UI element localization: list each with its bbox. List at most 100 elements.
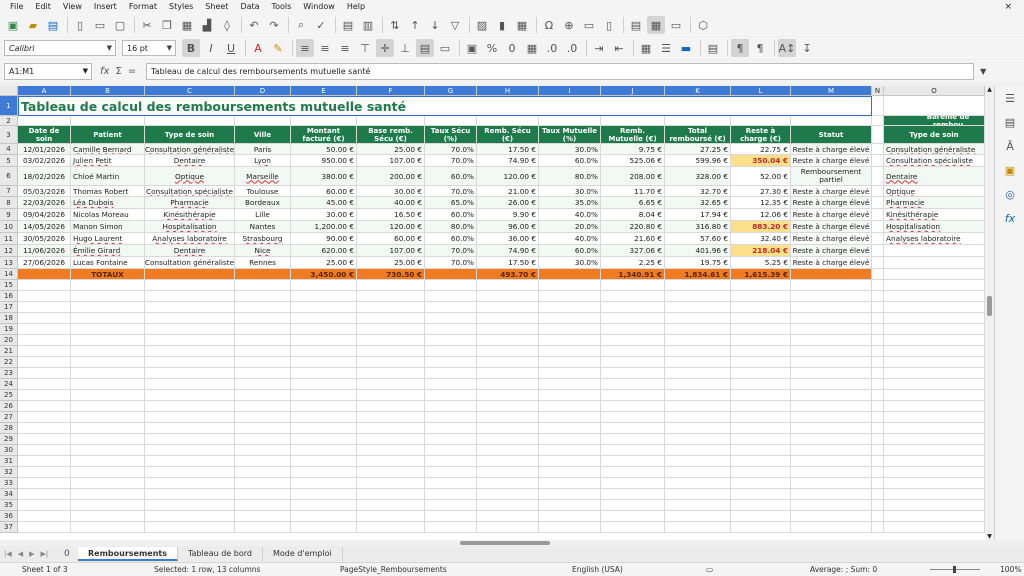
data-cell[interactable]: 107.00 € — [357, 155, 425, 167]
scroll-up-icon[interactable]: ▲ — [985, 86, 994, 93]
empty-cell[interactable] — [145, 412, 235, 423]
empty-cell[interactable] — [235, 401, 291, 412]
row-header[interactable]: 11 — [0, 233, 18, 245]
row-header[interactable]: 1 — [0, 96, 18, 116]
empty-cell[interactable] — [357, 116, 425, 126]
empty-cell[interactable] — [872, 500, 884, 511]
empty-cell[interactable] — [291, 357, 357, 368]
empty-cell[interactable] — [235, 280, 291, 291]
empty-cell[interactable] — [357, 302, 425, 313]
chevron-down-icon[interactable]: ▼ — [107, 44, 112, 52]
data-cell[interactable]: 30.00 € — [291, 209, 357, 221]
data-cell[interactable]: 30.00 € — [357, 186, 425, 197]
empty-cell[interactable] — [601, 489, 665, 500]
data-cell[interactable]: 11/06/2026 — [18, 245, 71, 257]
empty-cell[interactable] — [539, 302, 601, 313]
empty-cell[interactable] — [145, 116, 235, 126]
row-header[interactable]: 32 — [0, 467, 18, 478]
empty-cell[interactable] — [477, 324, 539, 335]
functions-icon[interactable]: fx — [995, 206, 1024, 230]
empty-cell[interactable] — [357, 379, 425, 390]
empty-cell[interactable] — [731, 489, 791, 500]
data-cell[interactable]: Analyses laboratoire — [145, 233, 235, 245]
empty-cell[interactable] — [539, 291, 601, 302]
empty-cell[interactable] — [477, 467, 539, 478]
empty-cell[interactable] — [731, 302, 791, 313]
data-cell[interactable]: Lille — [235, 209, 291, 221]
empty-cell[interactable] — [872, 401, 884, 412]
data-cell[interactable]: 60.00 € — [357, 233, 425, 245]
empty-cell[interactable] — [872, 324, 884, 335]
column-header-o[interactable]: O — [884, 86, 985, 96]
empty-cell[interactable] — [872, 522, 884, 533]
empty-cell[interactable] — [872, 280, 884, 291]
data-cell[interactable]: 26.00 € — [477, 197, 539, 209]
number-format-icon[interactable]: 0 — [503, 39, 521, 57]
empty-cell[interactable] — [235, 379, 291, 390]
empty-cell[interactable] — [731, 291, 791, 302]
empty-cell[interactable] — [601, 335, 665, 346]
data-cell[interactable]: 70.0% — [425, 186, 477, 197]
empty-cell[interactable] — [791, 489, 872, 500]
empty-cell[interactable] — [791, 335, 872, 346]
row-header[interactable]: 30 — [0, 445, 18, 456]
data-cell[interactable]: 16.50 € — [357, 209, 425, 221]
empty-cell[interactable] — [791, 412, 872, 423]
empty-cell[interactable] — [145, 280, 235, 291]
empty-cell[interactable] — [872, 467, 884, 478]
empty-cell[interactable] — [235, 511, 291, 522]
data-cell[interactable]: 74.90 € — [477, 245, 539, 257]
navigator-icon[interactable]: ◎ — [995, 182, 1024, 206]
row-header[interactable]: 14 — [0, 269, 18, 280]
empty-cell[interactable] — [425, 445, 477, 456]
expand-formula-icon[interactable]: ▼ — [980, 67, 986, 76]
empty-cell[interactable] — [71, 116, 145, 126]
data-cell[interactable]: Toulouse — [235, 186, 291, 197]
data-cell[interactable]: 60.0% — [425, 233, 477, 245]
special-character-icon[interactable]: Ω — [540, 16, 558, 34]
empty-cell[interactable] — [71, 401, 145, 412]
empty-cell[interactable] — [872, 379, 884, 390]
currency-format-icon[interactable]: ▣ — [463, 39, 481, 57]
empty-cell[interactable] — [71, 324, 145, 335]
empty-cell[interactable] — [291, 335, 357, 346]
data-cell[interactable]: Pharmacie — [145, 197, 235, 209]
empty-cell[interactable] — [791, 280, 872, 291]
data-cell[interactable]: 32.40 € — [731, 233, 791, 245]
empty-cell[interactable] — [357, 368, 425, 379]
data-cell[interactable]: 5.25 € — [731, 257, 791, 269]
column-header-a[interactable]: A — [18, 86, 71, 96]
empty-cell[interactable] — [539, 401, 601, 412]
empty-cell[interactable] — [71, 346, 145, 357]
column-title-cell[interactable]: Montant facturé (€) — [291, 126, 357, 144]
empty-cell[interactable] — [291, 324, 357, 335]
empty-cell[interactable] — [357, 357, 425, 368]
empty-cell[interactable] — [357, 390, 425, 401]
empty-cell[interactable] — [71, 291, 145, 302]
empty-cell[interactable] — [357, 456, 425, 467]
empty-cell[interactable] — [665, 423, 731, 434]
empty-cell[interactable] — [477, 357, 539, 368]
row-header[interactable]: 28 — [0, 423, 18, 434]
empty-cell[interactable] — [539, 478, 601, 489]
empty-cell[interactable] — [145, 445, 235, 456]
horizontal-scrollbar-thumb[interactable] — [460, 541, 550, 545]
data-cell[interactable]: Reste à charge élevé — [791, 245, 872, 257]
empty-cell[interactable] — [357, 401, 425, 412]
empty-cell[interactable] — [665, 412, 731, 423]
column-title-cell[interactable]: Total remboursé (€) — [665, 126, 731, 144]
empty-cell[interactable] — [357, 423, 425, 434]
empty-cell[interactable] — [665, 478, 731, 489]
menu-view[interactable]: View — [57, 0, 88, 14]
equals-icon[interactable]: = — [128, 66, 136, 77]
text-direction-icon[interactable]: A↕ — [778, 39, 796, 57]
empty-cell[interactable] — [665, 445, 731, 456]
data-cell[interactable]: 950.00 € — [291, 155, 357, 167]
header-footer-icon[interactable]: ▯ — [600, 16, 618, 34]
data-cell[interactable]: 70.0% — [425, 245, 477, 257]
empty-total-cell[interactable] — [791, 269, 872, 280]
export-pdf-icon[interactable]: ▯ — [71, 16, 89, 34]
empty-cell[interactable] — [601, 357, 665, 368]
empty-cell[interactable] — [425, 313, 477, 324]
empty-cell[interactable] — [884, 423, 985, 434]
